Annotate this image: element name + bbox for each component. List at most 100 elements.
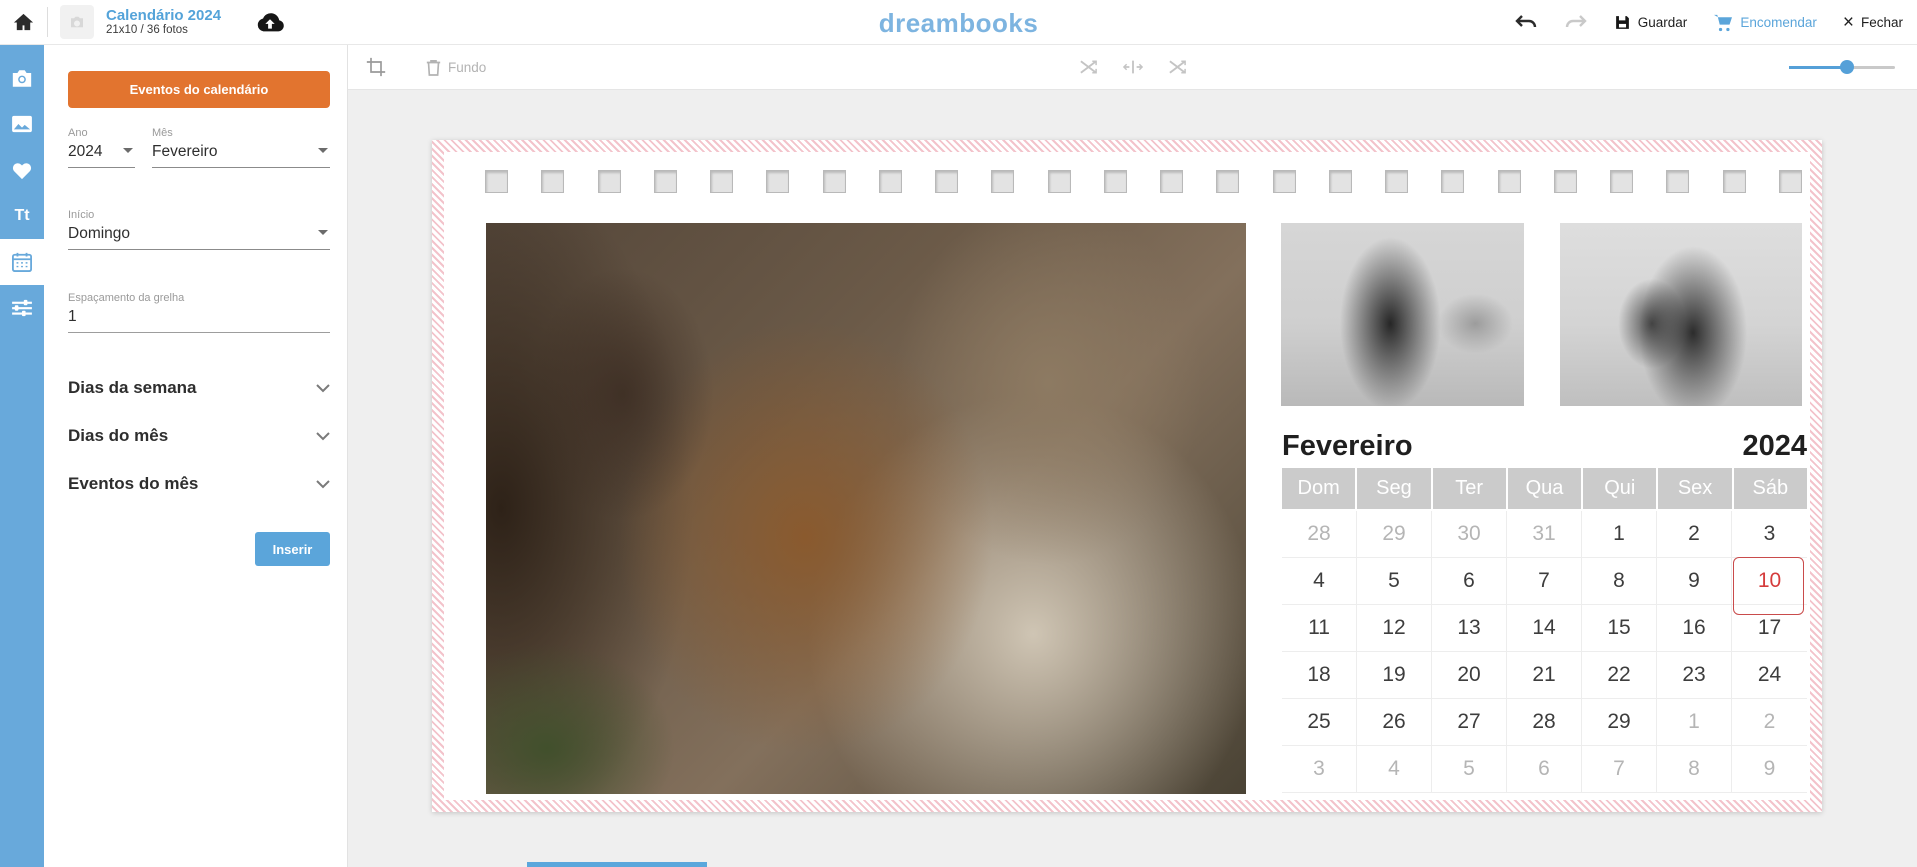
calendar-day-cell: 7 [1507, 558, 1582, 605]
binding-hole [1723, 170, 1746, 193]
grid-spacing-input[interactable]: 1 [68, 308, 330, 333]
spiral-binding-holes [485, 170, 1802, 193]
calendar-month-title: Fevereiro [1282, 430, 1413, 463]
calendar-day-cell: 9 [1657, 558, 1732, 605]
binding-hole [710, 170, 733, 193]
calendar-day-cell: 4 [1282, 558, 1357, 605]
calendar-day-cell: 11 [1282, 605, 1357, 652]
binding-hole [1441, 170, 1464, 193]
calendar-title-row[interactable]: Fevereiro 2024 [1282, 430, 1807, 467]
calendar-day-cell: 15 [1582, 605, 1657, 652]
calendar-day-cell: 5 [1432, 746, 1507, 793]
grid-spacing-label: Espaçamento da grelha [68, 292, 330, 304]
sidebar-item-settings[interactable] [0, 285, 44, 331]
sidebar-item-favorites[interactable] [0, 147, 44, 193]
day-header: Sex [1658, 468, 1731, 509]
zoom-slider[interactable] [1789, 66, 1895, 69]
chevron-down-icon [318, 230, 328, 235]
calendar-page[interactable]: Fevereiro 2024 DomSegTerQuaQuiSexSáb 282… [432, 140, 1822, 812]
text-icon: Tt [14, 207, 29, 225]
binding-hole [991, 170, 1014, 193]
month-field[interactable]: Mês Fevereiro [152, 127, 330, 168]
calendar-day-cell: 29 [1582, 699, 1657, 746]
undo-icon[interactable] [1514, 14, 1538, 32]
binding-hole [1779, 170, 1802, 193]
binding-hole [654, 170, 677, 193]
section-monthevents[interactable]: Eventos do mês [68, 474, 330, 494]
save-button[interactable]: Guardar [1614, 14, 1688, 31]
year-value[interactable]: 2024 [68, 143, 135, 168]
month-value[interactable]: Fevereiro [152, 143, 330, 168]
canvas-toolbar: Fundo [348, 45, 1917, 90]
year-field[interactable]: Ano 2024 [68, 127, 135, 168]
main-photo[interactable] [486, 223, 1246, 794]
week-start-field[interactable]: Início Domingo [68, 209, 330, 250]
binding-hole [1273, 170, 1296, 193]
calendar-day-cell: 2 [1732, 699, 1807, 746]
calendar-day-cell: 1 [1657, 699, 1732, 746]
sidebar-item-text[interactable]: Tt [0, 193, 44, 239]
project-title: Calendário 2024 [106, 7, 221, 24]
sidebar-item-calendar[interactable] [0, 239, 44, 285]
day-header: Dom [1282, 468, 1355, 509]
section-monthdays[interactable]: Dias do mês [68, 426, 330, 446]
redo-icon[interactable] [1564, 14, 1588, 32]
chevron-down-icon [123, 148, 133, 153]
grid-spacing-field[interactable]: Espaçamento da grelha 1 [68, 292, 330, 333]
page-thumbnail-indicator[interactable] [527, 862, 707, 867]
week-start-label: Início [68, 209, 330, 221]
sliders-icon [11, 299, 33, 317]
trash-icon [426, 59, 441, 76]
close-button[interactable]: × Fechar [1843, 13, 1903, 32]
calendar-day-cell: 21 [1507, 652, 1582, 699]
binding-hole [823, 170, 846, 193]
background-delete-button[interactable]: Fundo [426, 59, 486, 76]
photo-thumbnail-2[interactable] [1560, 223, 1802, 406]
section-weekdays[interactable]: Dias da semana [68, 378, 330, 398]
chevron-down-icon [316, 384, 330, 393]
calendar-day-cell: 12 [1357, 605, 1432, 652]
shuffle-icon[interactable] [1079, 59, 1098, 75]
calendar-day-cell: 5 [1357, 558, 1432, 605]
calendar-day-cell: 28 [1507, 699, 1582, 746]
calendar-day-headers: DomSegTerQuaQuiSexSáb [1282, 468, 1807, 509]
calendar-year-title: 2024 [1742, 430, 1807, 463]
header-divider [47, 7, 48, 37]
dreambooks-logo: dreambooks [879, 8, 1039, 39]
image-icon [11, 115, 33, 133]
shuffle-icon[interactable] [1168, 59, 1187, 75]
insert-button[interactable]: Inserir [255, 532, 330, 566]
home-icon[interactable] [12, 11, 35, 34]
calendar-day-cell: 8 [1582, 558, 1657, 605]
calendar-page-inner: Fevereiro 2024 DomSegTerQuaQuiSexSáb 282… [444, 152, 1810, 800]
photo-thumbnail-1[interactable] [1281, 223, 1524, 406]
project-thumbnail[interactable] [60, 5, 94, 39]
calendar-day-cell: 3 [1282, 746, 1357, 793]
chevron-down-icon [316, 432, 330, 441]
top-header: Calendário 2024 21x10 / 36 fotos dreambo… [0, 0, 1917, 45]
calendar-events-button[interactable]: Eventos do calendário [68, 71, 330, 108]
calendar-date-grid: 2829303112345678910111213141516171819202… [1282, 511, 1807, 793]
split-arrows-icon[interactable] [1123, 60, 1143, 74]
sidebar-item-images[interactable] [0, 101, 44, 147]
cloud-upload-icon[interactable] [255, 11, 285, 33]
zoom-slider-thumb[interactable] [1840, 60, 1854, 74]
calendar-day-cell: 24 [1732, 652, 1807, 699]
order-button[interactable]: Encomendar [1713, 14, 1817, 32]
calendar-day-cell: 27 [1432, 699, 1507, 746]
calendar-grid-block[interactable]: Fevereiro 2024 DomSegTerQuaQuiSexSáb 282… [1282, 430, 1807, 793]
calendar-day-cell: 18 [1282, 652, 1357, 699]
binding-hole [1385, 170, 1408, 193]
week-start-value[interactable]: Domingo [68, 225, 330, 250]
day-header: Ter [1433, 468, 1506, 509]
chevron-down-icon [318, 148, 328, 153]
calendar-day-cell: 23 [1657, 652, 1732, 699]
crop-icon[interactable] [366, 57, 386, 77]
calendar-day-cell: 14 [1507, 605, 1582, 652]
project-subtitle: 21x10 / 36 fotos [106, 24, 221, 37]
sidebar-item-photos[interactable] [0, 55, 44, 101]
binding-hole [1498, 170, 1521, 193]
save-label: Guardar [1638, 15, 1688, 30]
calendar-day-cell: 3 [1732, 511, 1807, 558]
calendar-day-cell: 8 [1657, 746, 1732, 793]
